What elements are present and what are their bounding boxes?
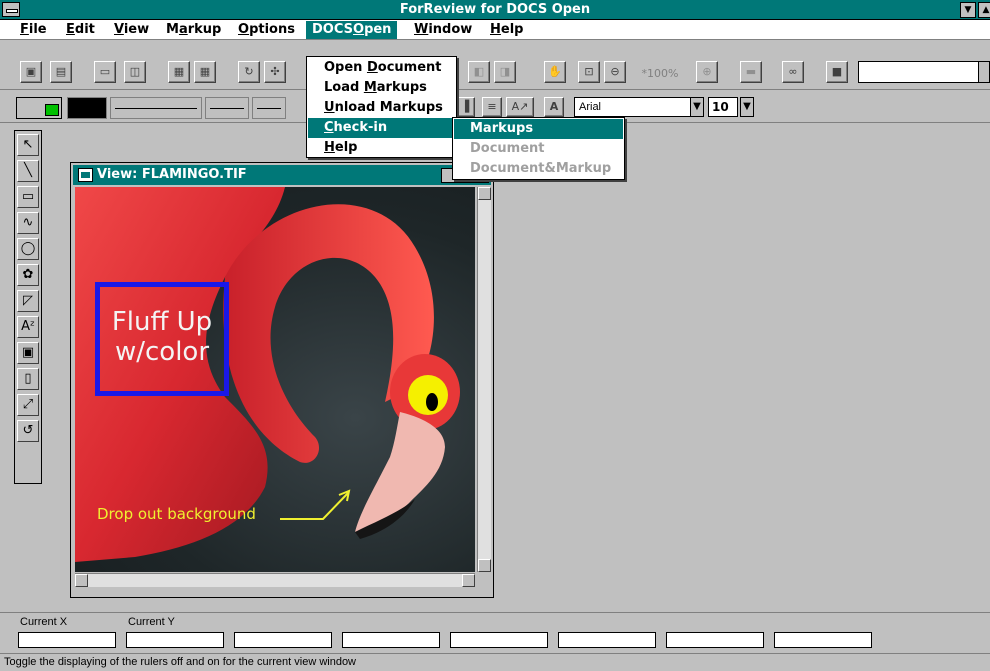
- scroll-right-icon[interactable]: [462, 574, 475, 587]
- menu-options[interactable]: Options: [232, 21, 301, 39]
- print-icon[interactable]: ▤: [50, 61, 72, 83]
- menubar: File Edit View Markup Options DOCSOpen W…: [0, 20, 990, 40]
- checkin-submenu: Markups Document Document&Markup: [452, 117, 625, 180]
- status-field-4: [342, 632, 440, 648]
- font-dropdown-icon[interactable]: ▼: [690, 97, 704, 117]
- flip-icon[interactable]: ✣: [264, 61, 286, 83]
- submenu-item-markups[interactable]: Markups: [454, 119, 623, 139]
- line-style-medium[interactable]: [205, 97, 249, 119]
- polygon-tool-icon[interactable]: ◸: [17, 290, 39, 312]
- next-page-icon[interactable]: ◨: [494, 61, 516, 83]
- rectangle-tool-icon[interactable]: ▭: [17, 186, 39, 208]
- document-title-bar[interactable]: View: FLAMINGO.TIF: [73, 165, 491, 185]
- annotation-arrow: [280, 492, 349, 520]
- docsopen-menu: Open Document Load Markups Unload Markup…: [306, 56, 457, 158]
- stamp-icon[interactable]: ■: [826, 61, 848, 83]
- line-tool-icon[interactable]: ╲: [17, 160, 39, 182]
- document-icon: [78, 168, 93, 182]
- vertical-scrollbar[interactable]: [477, 187, 491, 572]
- rotate-icon[interactable]: ↻: [238, 61, 260, 83]
- text-direction-icon[interactable]: A↗: [506, 97, 534, 117]
- zoom-select-icon[interactable]: ⊡: [578, 61, 600, 83]
- note-tool-icon[interactable]: ▯: [17, 368, 39, 390]
- font-size-dropdown-icon[interactable]: ▼: [740, 97, 754, 117]
- search-input[interactable]: [858, 61, 982, 83]
- zoom-in-icon[interactable]: ⊕: [696, 61, 718, 83]
- scroll-down-icon[interactable]: [478, 559, 491, 572]
- ruler-icon[interactable]: ▬: [740, 61, 762, 83]
- app-title-bar: ForReview for DOCS Open ▼ ▲: [0, 0, 990, 20]
- menu-item-unload-markups[interactable]: Unload Markups: [308, 98, 455, 118]
- scroll-left-icon[interactable]: [75, 574, 88, 587]
- menu-docsopen[interactable]: DOCSOpen: [306, 21, 398, 39]
- menu-file[interactable]: File: [14, 21, 53, 39]
- menu-item-check-in[interactable]: Check-in: [308, 118, 455, 138]
- open-folder-icon[interactable]: ▣: [20, 61, 42, 83]
- app-title: ForReview for DOCS Open: [399, 2, 591, 17]
- document-window[interactable]: View: FLAMINGO.TIF Fluff Up w/color Drop…: [70, 162, 494, 598]
- pointer-icon[interactable]: ↖: [17, 134, 39, 156]
- menu-help[interactable]: Help: [484, 21, 529, 39]
- line-style-thin[interactable]: [110, 97, 202, 119]
- ellipse-tool-icon[interactable]: ◯: [17, 238, 39, 260]
- status-text: Toggle the displaying of the rulers off …: [4, 656, 356, 668]
- menu-item-help[interactable]: Help: [308, 138, 455, 158]
- thumbnail-icon[interactable]: ▦: [168, 61, 190, 83]
- view-page-icon[interactable]: ▭: [94, 61, 116, 83]
- cloud-tool-icon[interactable]: ✿: [17, 264, 39, 286]
- status-field-3: [234, 632, 332, 648]
- view-split-icon[interactable]: ◫: [124, 61, 146, 83]
- prev-page-icon[interactable]: ◧: [468, 61, 490, 83]
- tool-palette: ↖ ╲ ▭ ∿ ◯ ✿ ◸ Aᶻ ▣ ▯ ⤢ ↺: [14, 130, 42, 484]
- submenu-item-document-markup: Document&Markup: [470, 161, 612, 176]
- font-size-select[interactable]: 10: [708, 97, 738, 117]
- current-x-field: [18, 632, 116, 648]
- menu-markup[interactable]: Markup: [160, 21, 227, 39]
- maximize-button[interactable]: ▲: [978, 2, 990, 18]
- status-field-5: [450, 632, 548, 648]
- undo-tool-icon[interactable]: ↺: [17, 420, 39, 442]
- current-x-label: Current X: [20, 616, 68, 628]
- thumbnail2-icon[interactable]: ▦: [194, 61, 216, 83]
- menu-edit[interactable]: Edit: [60, 21, 101, 39]
- submenu-item-document: Document: [470, 141, 545, 156]
- eye-highlight-marker: [408, 375, 448, 415]
- font-select[interactable]: Arial: [574, 97, 704, 117]
- freehand-tool-icon[interactable]: ∿: [17, 212, 39, 234]
- horizontal-scrollbar[interactable]: [75, 573, 475, 587]
- scroll-up-icon[interactable]: [478, 187, 491, 200]
- current-y-field: [126, 632, 224, 648]
- zoom-out-icon[interactable]: ⊖: [604, 61, 626, 83]
- current-y-label: Current Y: [128, 616, 175, 628]
- annotation-drop-text[interactable]: Drop out background: [97, 505, 256, 523]
- line-color-swatch[interactable]: [67, 97, 107, 119]
- menu-item-open-document[interactable]: Open Document: [308, 58, 455, 78]
- measure-tool-icon[interactable]: ⤢: [17, 394, 39, 416]
- search-dropdown-icon[interactable]: [978, 61, 990, 83]
- glasses-icon[interactable]: ∞: [782, 61, 804, 83]
- status-field-7: [666, 632, 764, 648]
- menu-item-load-markups[interactable]: Load Markups: [308, 78, 455, 98]
- status-field-6: [558, 632, 656, 648]
- line-style-thick[interactable]: [252, 97, 286, 119]
- document-title: View: FLAMINGO.TIF: [97, 167, 247, 182]
- menu-window[interactable]: Window: [408, 21, 478, 39]
- align-center-icon[interactable]: ≡: [482, 97, 502, 117]
- fill-color-swatch[interactable]: [16, 97, 62, 119]
- zoom-level: *100%: [641, 67, 679, 80]
- align-right-icon[interactable]: ▐: [455, 97, 475, 117]
- stamp-tool-icon[interactable]: ▣: [17, 342, 39, 364]
- menu-view[interactable]: View: [108, 21, 155, 39]
- pan-hand-icon[interactable]: ✋: [544, 61, 566, 83]
- flamingo-image[interactable]: Fluff Up w/color Drop out background: [75, 187, 475, 572]
- text-tool-icon[interactable]: Aᶻ: [17, 316, 39, 338]
- minimize-button[interactable]: ▼: [960, 2, 976, 18]
- annotation-fluff-text[interactable]: Fluff Up w/color: [100, 307, 224, 367]
- status-field-8: [774, 632, 872, 648]
- text-style-icon[interactable]: A: [544, 97, 564, 117]
